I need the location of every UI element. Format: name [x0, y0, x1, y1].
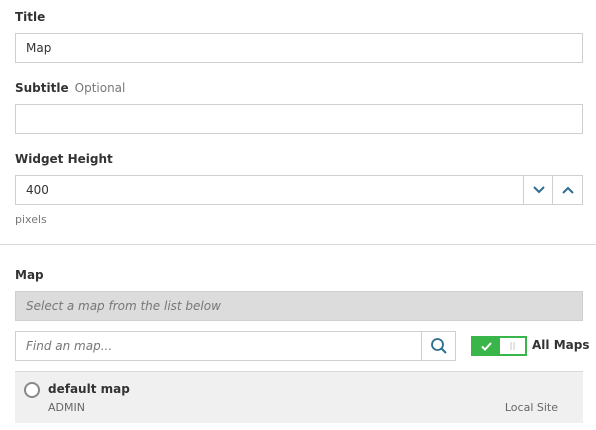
widget-height-value: 400	[26, 183, 49, 197]
increment-button[interactable]	[552, 176, 582, 204]
map-section-label: Map	[15, 268, 44, 282]
map-name: default map	[48, 382, 130, 396]
chevron-down-icon	[532, 186, 545, 194]
all-maps-toggle-label: All Maps	[532, 338, 590, 352]
map-search-button[interactable]	[421, 332, 455, 360]
title-input[interactable]: Map	[15, 33, 583, 63]
search-icon	[430, 338, 447, 354]
chevron-up-icon	[561, 186, 574, 194]
grip-icon	[510, 342, 514, 350]
title-label: Title	[15, 10, 46, 24]
subtitle-input[interactable]	[15, 104, 583, 134]
map-radio-button[interactable]	[24, 382, 40, 398]
map-instruction-banner: Select a map from the list below	[15, 291, 583, 321]
all-maps-toggle[interactable]	[471, 336, 527, 356]
toggle-on-segment	[473, 338, 500, 354]
optional-tag: Optional	[74, 81, 126, 95]
map-list-item[interactable]: default map ADMIN Local Site	[15, 371, 583, 423]
section-divider	[0, 244, 596, 245]
map-search-box	[15, 331, 456, 361]
map-search-input[interactable]	[16, 332, 422, 360]
map-site: Local Site	[504, 401, 558, 414]
subtitle-label: Subtitle	[15, 81, 69, 95]
widget-height-label: Widget Height	[15, 152, 113, 166]
decrement-button[interactable]	[523, 176, 553, 204]
map-owner: ADMIN	[48, 401, 85, 414]
height-unit-hint: pixels	[15, 213, 47, 226]
widget-height-input[interactable]: 400	[15, 175, 583, 205]
toggle-off-segment	[500, 338, 525, 354]
check-icon	[481, 341, 492, 351]
subtitle-label-group: Subtitle Optional	[15, 81, 125, 95]
